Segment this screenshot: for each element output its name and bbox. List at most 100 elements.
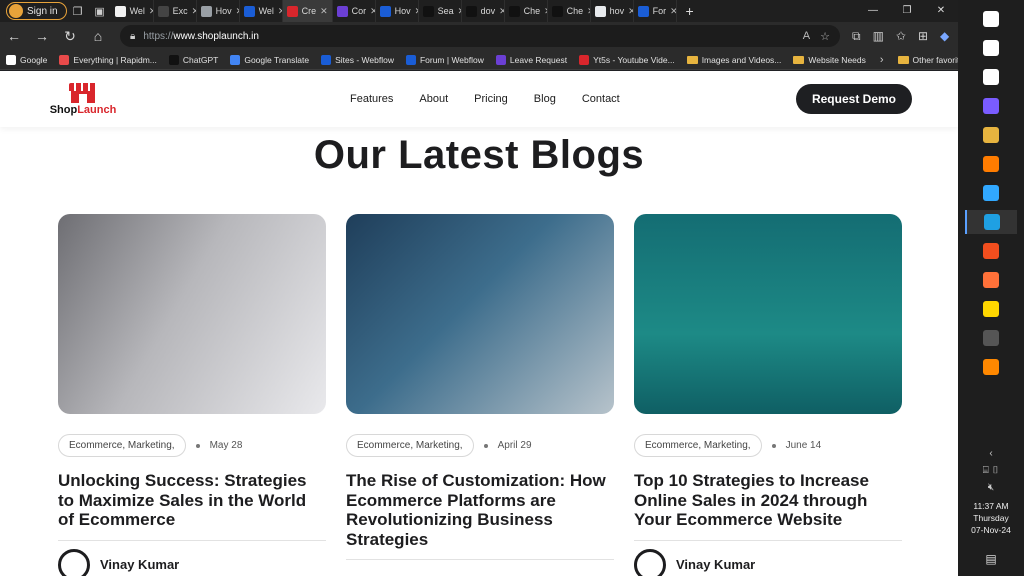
vlc-icon[interactable] xyxy=(974,355,1008,379)
close-window-icon[interactable]: ✕ xyxy=(924,0,958,22)
browser-tab[interactable]: Che ✕ xyxy=(548,0,591,22)
bookmark-item[interactable]: Everything | Rapidm... xyxy=(53,54,162,65)
back-icon[interactable]: ← xyxy=(0,28,28,44)
blog-thumbnail[interactable] xyxy=(634,214,902,414)
bookmark-label: Sites - Webflow xyxy=(335,54,394,65)
author-name: Vinay Kumar xyxy=(676,557,756,572)
home-icon[interactable]: ⌂ xyxy=(84,28,112,44)
blog-card[interactable]: Ecommerce, Marketing, April 29 The Rise … xyxy=(346,214,614,576)
nav-link-about[interactable]: About xyxy=(419,93,448,105)
blog-thumbnail[interactable] xyxy=(58,214,326,414)
separator-dot-icon xyxy=(483,443,488,448)
notifications-icon[interactable]: ▤ xyxy=(958,552,1024,566)
search-icon[interactable] xyxy=(974,36,1008,60)
bookmark-item[interactable]: Google Translate xyxy=(224,54,315,65)
browser-tab-bar: Sign in ❐ ▣ Wel ✕ Exc ✕ Hov ✕ Wel ✕ Cre … xyxy=(0,0,958,22)
minimize-icon[interactable]: — xyxy=(856,0,890,22)
browser-tab[interactable]: Hov ✕ xyxy=(197,0,240,22)
browser-tab[interactable]: Wel ✕ xyxy=(240,0,283,22)
browser-tab[interactable]: Exc ✕ xyxy=(154,0,197,22)
sign-in-button[interactable]: Sign in xyxy=(6,2,67,20)
favorites-icon[interactable]: ✩ xyxy=(896,29,906,44)
close-tab-icon[interactable]: ✕ xyxy=(320,6,328,17)
browser-tab[interactable]: Hov ✕ xyxy=(376,0,419,22)
blog-title[interactable]: Top 10 Strategies to Increase Online Sal… xyxy=(634,471,902,530)
tab-favicon-icon xyxy=(551,5,563,17)
edge-icon[interactable] xyxy=(965,210,1017,234)
browser-tab[interactable]: dov ✕ xyxy=(462,0,505,22)
read-aloud-icon[interactable]: A xyxy=(803,30,810,43)
tab-actions-icon[interactable]: ▣ xyxy=(89,0,111,22)
browser-tab[interactable]: Wel ✕ xyxy=(111,0,154,22)
blog-card[interactable]: Ecommerce, Marketing, June 14 Top 10 Str… xyxy=(634,214,902,576)
nav-link-pricing[interactable]: Pricing xyxy=(474,93,508,105)
category-tag[interactable]: Ecommerce, Marketing, xyxy=(634,434,762,457)
bookmark-label: Leave Request xyxy=(509,54,568,65)
windows-icon[interactable] xyxy=(974,7,1008,31)
restore-icon[interactable]: ❐ xyxy=(890,0,924,22)
request-demo-button[interactable]: Request Demo xyxy=(795,84,912,114)
favorite-star-icon[interactable]: ☆ xyxy=(820,30,830,43)
nav-link-features[interactable]: Features xyxy=(350,93,393,105)
blog-cards: Ecommerce, Marketing, May 28 Unlocking S… xyxy=(58,214,902,576)
forward-icon[interactable]: → xyxy=(28,28,56,44)
bookmark-item[interactable]: ChatGPT xyxy=(163,54,224,65)
blog-meta: Ecommerce, Marketing, April 29 xyxy=(346,434,614,457)
task-view-icon[interactable] xyxy=(974,65,1008,89)
bookmark-item[interactable]: Google xyxy=(0,54,53,65)
url-protocol: https:// xyxy=(143,30,174,42)
new-tab-button[interactable]: + xyxy=(677,3,703,19)
url-field[interactable]: 🔒︎ https://www.shoplaunch.in A ☆ xyxy=(120,25,840,47)
blog-thumbnail[interactable] xyxy=(346,214,614,414)
firefox-icon[interactable] xyxy=(974,268,1008,292)
blog-card[interactable]: Ecommerce, Marketing, May 28 Unlocking S… xyxy=(58,214,326,576)
bookmark-favicon-icon xyxy=(321,54,332,65)
author-avatar-icon xyxy=(634,548,666,576)
network-icon[interactable]: ⌸ ▯ xyxy=(983,465,999,476)
tab-label: Hov xyxy=(394,6,411,16)
tab-label: Cre xyxy=(301,6,317,16)
copilot-icon[interactable]: ◆ xyxy=(940,29,949,44)
extensions-icon[interactable]: ⧉ xyxy=(852,29,861,44)
bookmark-item[interactable]: Sites - Webflow xyxy=(315,54,400,65)
bookmark-item[interactable]: Website Needs xyxy=(787,55,871,65)
category-tag[interactable]: Ecommerce, Marketing, xyxy=(58,434,186,457)
refresh-icon[interactable]: ↻ xyxy=(56,28,84,45)
divider xyxy=(634,539,902,541)
workspaces-icon[interactable]: ❐ xyxy=(67,0,89,22)
photoshop-icon[interactable] xyxy=(974,181,1008,205)
split-screen-icon[interactable]: ▥ xyxy=(873,29,884,44)
browser-tab[interactable]: hov ✕ xyxy=(591,0,634,22)
author-avatar-icon xyxy=(58,548,90,576)
bookmark-favicon-icon xyxy=(495,54,506,65)
nav-link-contact[interactable]: Contact xyxy=(582,93,620,105)
nav-link-blog[interactable]: Blog xyxy=(534,93,556,105)
copilot-icon[interactable] xyxy=(974,94,1008,118)
collections-icon[interactable]: ⊞ xyxy=(918,29,928,44)
browser-tab[interactable]: Che ✕ xyxy=(505,0,548,22)
clock-time: 11:37 AM xyxy=(973,501,1009,511)
app-p-icon[interactable] xyxy=(974,326,1008,350)
bookmark-item[interactable]: Forum | Webflow xyxy=(400,54,490,65)
shoplaunch-logo[interactable]: ShopLaunch xyxy=(48,82,118,116)
browser-tab[interactable]: Sea ✕ xyxy=(419,0,462,22)
illustrator-icon[interactable] xyxy=(974,152,1008,176)
browser-tab[interactable]: Cor ✕ xyxy=(333,0,376,22)
blog-title[interactable]: The Rise of Customization: How Ecommerce… xyxy=(346,471,614,549)
browser-tab[interactable]: For ✕ xyxy=(634,0,677,22)
bookmark-item[interactable]: Yt5s - Youtube Vide... xyxy=(573,54,681,65)
bookmarks-bar: Google Everything | Rapidm... ChatGPT Googl… xyxy=(0,50,968,70)
category-tag[interactable]: Ecommerce, Marketing, xyxy=(346,434,474,457)
bookmark-label: Website Needs xyxy=(808,54,866,65)
browser-tab[interactable]: Cre ✕ xyxy=(282,0,333,22)
tray-chevron-icon[interactable]: ‹ xyxy=(989,448,992,459)
clock[interactable]: 11:37 AM Thursday 07-Nov-24 xyxy=(958,500,1024,536)
volume-muted-icon[interactable]: 🔇︎ xyxy=(988,482,994,493)
blog-title[interactable]: Unlocking Success: Strategies to Maximiz… xyxy=(58,471,326,530)
bookmark-item[interactable]: Images and Videos... xyxy=(681,55,788,65)
bookmark-item[interactable]: Leave Request xyxy=(490,54,573,65)
figma-icon[interactable] xyxy=(974,239,1008,263)
bookmarks-overflow-icon[interactable]: › xyxy=(872,54,892,66)
file-explorer-icon[interactable] xyxy=(974,123,1008,147)
sticky-notes-icon[interactable] xyxy=(974,297,1008,321)
